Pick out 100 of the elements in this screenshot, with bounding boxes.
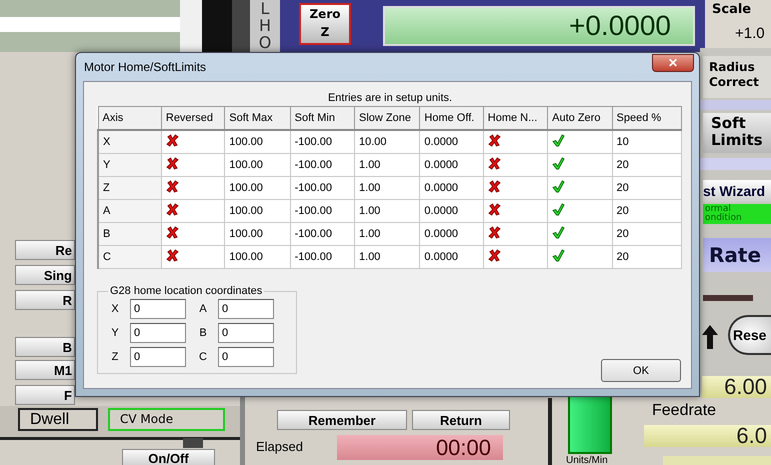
table-cell[interactable]: 0.0000 — [420, 176, 484, 200]
table-cell[interactable]: 10.00 — [354, 130, 420, 154]
side-button[interactable]: Sing — [15, 265, 75, 285]
cross-icon[interactable] — [166, 226, 179, 239]
axis-letter: H — [258, 17, 272, 34]
axis-letter: O — [258, 34, 272, 51]
cross-icon[interactable] — [488, 249, 501, 262]
table-cell[interactable]: 100.00 — [224, 200, 290, 222]
radius-correct-button[interactable]: Radius Correct — [703, 56, 771, 98]
column-header[interactable]: Home Off. — [420, 106, 484, 130]
table-cell[interactable]: X — [98, 130, 162, 154]
input-field[interactable]: 0 — [130, 323, 186, 343]
table-cell[interactable]: 100.00 — [224, 154, 290, 176]
table-cell[interactable]: 1.00 — [354, 246, 420, 268]
table-cell[interactable]: 20 — [612, 200, 682, 222]
cross-icon[interactable] — [166, 180, 179, 193]
table-cell[interactable]: 1.00 — [354, 200, 420, 222]
table-cell[interactable]: -100.00 — [290, 130, 355, 154]
separator-bar — [700, 100, 771, 110]
column-header[interactable]: Auto Zero — [548, 106, 612, 130]
field-label: Y — [110, 327, 120, 339]
side-button[interactable]: Re — [15, 240, 75, 260]
table-cell[interactable]: 20 — [612, 222, 682, 246]
side-button[interactable]: M1 — [15, 360, 75, 380]
table-cell[interactable]: B — [98, 222, 162, 246]
table-cell[interactable]: 0.0000 — [420, 130, 484, 154]
check-icon[interactable] — [552, 203, 566, 216]
column-header[interactable]: Speed % — [612, 106, 682, 130]
field-label: Z — [110, 351, 120, 363]
cross-icon[interactable] — [488, 226, 501, 239]
field-label: A — [198, 303, 208, 315]
check-icon[interactable] — [552, 134, 566, 147]
table-cell[interactable]: 20 — [612, 246, 682, 268]
table-cell[interactable]: 0.0000 — [420, 222, 484, 246]
table-cell[interactable]: 0.0000 — [420, 200, 484, 222]
on-off-button[interactable]: On/Off — [122, 449, 215, 465]
table-cell[interactable]: 1.00 — [354, 176, 420, 200]
scale-label: Scale — [712, 2, 752, 17]
remember-button[interactable]: Remember — [277, 410, 407, 430]
ok-button[interactable]: OK — [601, 359, 681, 382]
field-label: X — [110, 303, 120, 315]
check-icon[interactable] — [552, 226, 566, 239]
table-cell[interactable]: -100.00 — [290, 154, 355, 176]
check-icon[interactable] — [552, 180, 566, 193]
column-header[interactable]: Soft Max — [224, 106, 290, 130]
cross-icon[interactable] — [166, 203, 179, 216]
table-cell[interactable]: -100.00 — [290, 246, 355, 268]
return-button[interactable]: Return — [412, 410, 510, 430]
table-cell[interactable]: -100.00 — [290, 176, 355, 200]
elapsed-label: Elapsed — [256, 439, 303, 454]
cross-icon[interactable] — [488, 203, 501, 216]
slider-bar — [703, 295, 753, 301]
input-field[interactable]: 0 — [218, 299, 274, 319]
column-header[interactable]: Reversed — [161, 106, 225, 130]
table-cell[interactable]: 100.00 — [224, 222, 290, 246]
table-cell[interactable]: C — [98, 246, 162, 268]
feedrate-label: Feedrate — [652, 402, 716, 420]
cross-icon[interactable] — [488, 157, 501, 170]
table-cell[interactable]: 20 — [612, 176, 682, 200]
table-cell[interactable]: 100.00 — [224, 176, 290, 200]
cross-icon[interactable] — [166, 134, 179, 147]
side-button[interactable]: R — [15, 290, 75, 310]
soft-limits-button[interactable]: Soft Limits — [703, 113, 771, 153]
table-cell[interactable]: 0.0000 — [420, 246, 484, 268]
table-cell[interactable]: -100.00 — [290, 200, 355, 222]
table-cell[interactable]: Y — [98, 154, 162, 176]
table-cell[interactable]: 0.0000 — [420, 154, 484, 176]
input-field[interactable]: 0 — [130, 299, 186, 319]
rate-label: Rate — [703, 238, 771, 272]
table-cell[interactable]: 100.00 — [224, 130, 290, 154]
reset-button[interactable]: Rese — [728, 315, 771, 355]
dialog-title: Motor Home/SoftLimits — [83, 60, 208, 74]
check-icon[interactable] — [552, 249, 566, 262]
wizard-button[interactable]: st Wizard — [703, 180, 771, 202]
cross-icon[interactable] — [488, 134, 501, 147]
cross-icon[interactable] — [166, 249, 179, 262]
table-cell[interactable]: 1.00 — [354, 222, 420, 246]
input-field[interactable]: 0 — [130, 347, 186, 367]
spindle-readout: 6.00 — [702, 376, 771, 398]
table-cell[interactable]: 1.00 — [354, 154, 420, 176]
check-icon[interactable] — [552, 157, 566, 170]
input-field[interactable]: 0 — [218, 323, 274, 343]
table-cell[interactable]: A — [98, 200, 162, 222]
input-field[interactable]: 0 — [218, 347, 274, 367]
column-header[interactable]: Soft Min — [290, 106, 355, 130]
cross-icon[interactable] — [166, 157, 179, 170]
table-cell[interactable]: 20 — [612, 154, 682, 176]
side-button[interactable]: B — [15, 337, 75, 357]
side-button[interactable]: F — [15, 385, 75, 405]
column-header[interactable]: Home N... — [483, 106, 548, 130]
dwell-indicator: Dwell — [18, 408, 98, 431]
cross-icon[interactable] — [488, 180, 501, 193]
table-cell[interactable]: 100.00 — [224, 246, 290, 268]
cv-mode-indicator: CV Mode — [108, 408, 225, 431]
table-cell[interactable]: -100.00 — [290, 222, 355, 246]
table-cell[interactable]: 10 — [612, 130, 682, 154]
table-cell[interactable]: Z — [98, 176, 162, 200]
column-header[interactable]: Slow Zone — [354, 106, 420, 130]
zero-button[interactable]: Zero Z — [299, 3, 351, 45]
column-header[interactable]: Axis — [98, 106, 162, 130]
